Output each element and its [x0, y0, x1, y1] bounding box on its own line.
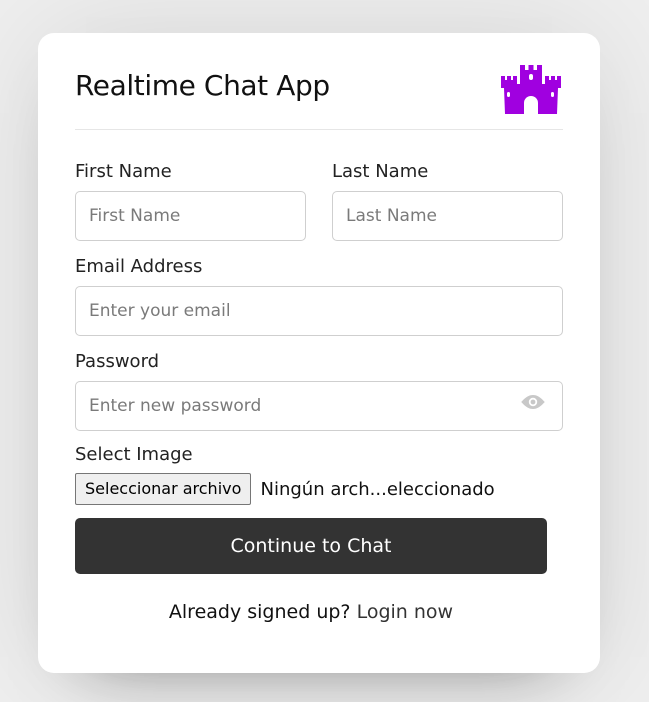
select-image-label: Select Image: [75, 444, 193, 465]
castle-icon: [501, 65, 561, 114]
password-field: Password: [75, 350, 563, 431]
first-name-label: First Name: [75, 161, 172, 182]
email-label: Email Address: [75, 256, 203, 277]
email-input[interactable]: [75, 286, 563, 336]
first-name-input[interactable]: [75, 191, 306, 241]
continue-button[interactable]: Continue to Chat: [75, 518, 547, 574]
choose-file-button[interactable]: Seleccionar archivo: [75, 473, 252, 505]
app-title: Realtime Chat App: [75, 69, 330, 102]
password-label: Password: [75, 351, 160, 372]
first-name-field: First Name: [75, 160, 306, 241]
login-link[interactable]: Login now: [357, 601, 454, 623]
signup-card: Realtime Chat App First Name First Name …: [38, 33, 600, 673]
header: Realtime Chat App: [75, 63, 563, 130]
file-status: Ningún arch...eleccionado: [260, 478, 495, 500]
image-file-input: Seleccionar archivo Ningún arch...elecci…: [75, 473, 563, 505]
login-prompt: Already signed up? Login now: [75, 601, 547, 623]
last-name-label: Last Name: [332, 161, 429, 182]
last-name-input[interactable]: [332, 191, 563, 241]
last-name-field: Last Name: [332, 160, 563, 241]
login-prompt-text: Already signed up?: [168, 601, 351, 623]
email-field: Email Address: [75, 255, 563, 336]
password-input[interactable]: [75, 381, 563, 431]
eye-icon[interactable]: [520, 394, 546, 410]
